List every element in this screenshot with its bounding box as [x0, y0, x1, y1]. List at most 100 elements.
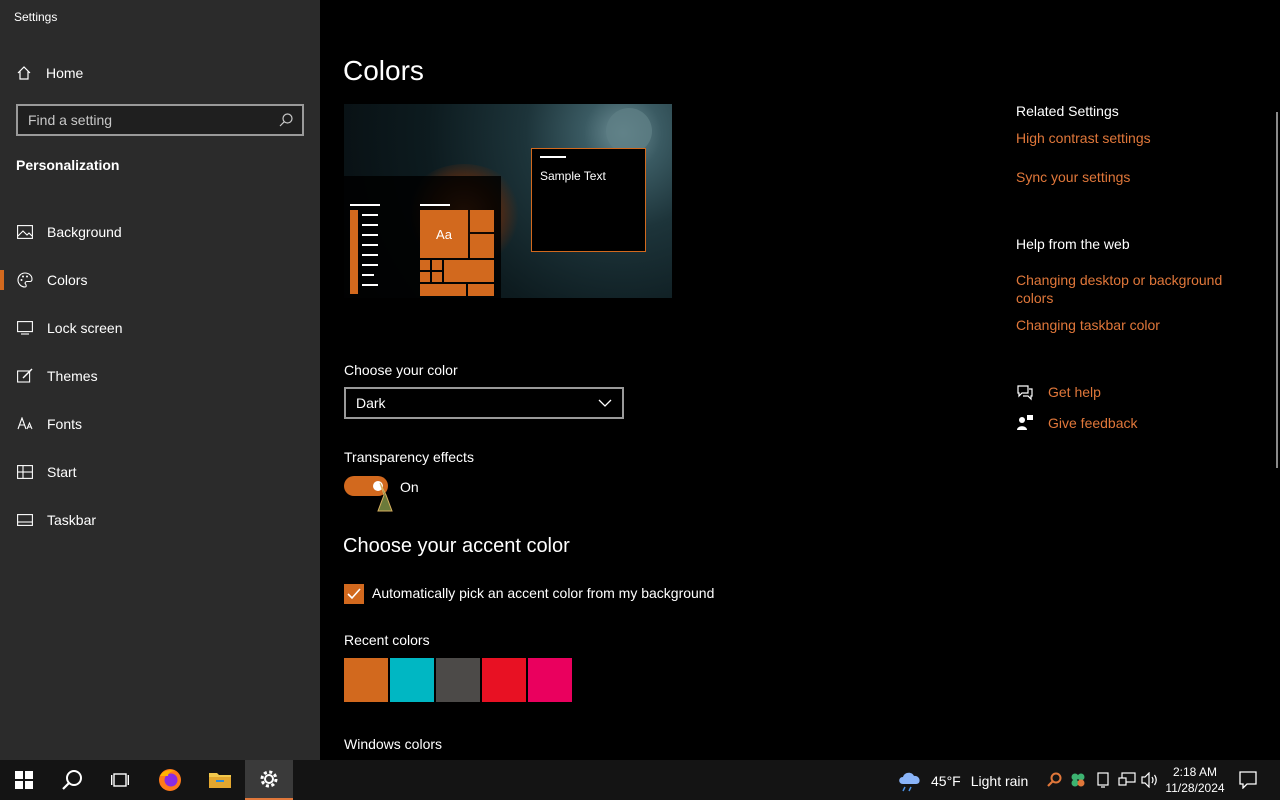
sidebar-item-themes[interactable]: Themes [0, 352, 320, 400]
sidebar-item-label: Colors [47, 272, 88, 288]
file-explorer-button[interactable] [196, 760, 244, 800]
color-swatch[interactable] [344, 658, 388, 702]
help-web-heading: Help from the web [1016, 236, 1130, 252]
network-tray-icon[interactable] [1118, 772, 1136, 788]
preview-line [362, 234, 378, 236]
color-swatch[interactable] [528, 658, 572, 702]
changing-background-link[interactable]: Changing desktop or background colors [1016, 271, 1256, 307]
page-title: Colors [343, 55, 424, 86]
search-input[interactable]: Find a setting [16, 104, 304, 136]
firefox-icon [159, 769, 181, 791]
sidebar-item-label: Taskbar [47, 512, 97, 528]
accent-heading: Choose your accent color [343, 535, 570, 557]
recent-colors [344, 658, 572, 702]
color-swatch[interactable] [436, 658, 480, 702]
start-grid-icon [16, 463, 34, 481]
gear-icon [260, 770, 278, 788]
give-feedback-link[interactable]: Give feedback [1016, 413, 1138, 433]
sidebar-item-colors[interactable]: Colors [0, 256, 320, 304]
search-icon[interactable] [278, 112, 294, 128]
preview-tile-aa: Aa [420, 210, 468, 258]
magnifier-tray-icon[interactable] [1046, 772, 1062, 788]
color-swatch[interactable] [390, 658, 434, 702]
palette-icon [16, 271, 34, 289]
chat-help-icon [1017, 385, 1033, 401]
preview-tile [420, 284, 466, 296]
preview-tile [420, 272, 430, 282]
start-button[interactable] [0, 760, 48, 800]
preview-line [362, 254, 378, 256]
taskbar-clock[interactable]: 2:18 AM 11/28/2024 [1164, 764, 1226, 796]
task-view-button[interactable] [96, 760, 144, 800]
sync-settings-link[interactable]: Sync your settings [1016, 168, 1130, 186]
taskbar-search-button[interactable] [48, 760, 96, 800]
preview-tile [420, 260, 430, 270]
high-contrast-link[interactable]: High contrast settings [1016, 129, 1151, 147]
taskbar: 45°F Light rain 2:18 AM 11/28/2024 [0, 760, 1280, 800]
preview-line [362, 284, 378, 286]
sidebar-item-label: Background [47, 224, 122, 240]
font-icon [16, 415, 34, 433]
section-title: Personalization [16, 157, 120, 173]
sidebar-item-taskbar[interactable]: Taskbar [0, 496, 320, 544]
scrollbar[interactable] [1276, 112, 1278, 468]
settings-taskbar-button[interactable] [245, 760, 293, 800]
sidebar-item-background[interactable]: Background [0, 208, 320, 256]
clock-time: 2:18 AM [1172, 765, 1218, 779]
sidebar-item-label: Start [47, 464, 77, 480]
sidebar-item-label: Lock screen [47, 320, 123, 336]
preview-tile [468, 284, 494, 296]
transparency-label: Transparency effects [344, 449, 474, 465]
weather-temp: 45°F [931, 773, 961, 789]
get-help-link[interactable]: Get help [1016, 382, 1101, 402]
brush-icon [16, 367, 34, 385]
choose-color-label: Choose your color [344, 362, 458, 378]
device-tray-icon[interactable] [1096, 772, 1110, 788]
sidebar-nav: Background Colors Lock screen Themes Fon… [0, 208, 320, 544]
firefox-button[interactable] [146, 760, 194, 800]
preview-tile [432, 272, 442, 282]
recent-colors-label: Recent colors [344, 632, 430, 648]
app-title: Settings [14, 10, 58, 24]
search-placeholder: Find a setting [28, 112, 113, 128]
preview-line [362, 244, 378, 246]
feedback-icon [1017, 415, 1033, 430]
choose-color-dropdown[interactable]: Dark [344, 387, 624, 419]
preview-tile [470, 234, 494, 258]
picture-icon [16, 223, 34, 241]
preview-tile [470, 210, 494, 232]
preview-tile [444, 260, 494, 282]
auto-pick-checkbox[interactable] [344, 584, 364, 604]
volume-tray-icon[interactable] [1141, 772, 1159, 788]
taskbar-icon [16, 511, 34, 529]
color-swatch[interactable] [482, 658, 526, 702]
preview-line [362, 224, 378, 226]
search-icon [62, 770, 82, 790]
chevron-down-icon [598, 399, 612, 407]
preview-line [362, 264, 378, 266]
preview-window: Sample Text [531, 148, 646, 252]
sidebar-item-lock-screen[interactable]: Lock screen [0, 304, 320, 352]
weather-desc: Light rain [970, 773, 1029, 789]
clock-date: 11/28/2024 [1165, 781, 1225, 795]
clover-tray-icon[interactable] [1070, 772, 1086, 788]
sidebar-item-label: Themes [47, 368, 98, 384]
sidebar-item-fonts[interactable]: Fonts [0, 400, 320, 448]
home-icon [17, 66, 31, 80]
preview-sample-text: Sample Text [540, 169, 606, 183]
home-nav-item[interactable]: Home [16, 62, 83, 84]
transparency-state: On [400, 479, 419, 495]
sidebar-item-start[interactable]: Start [0, 448, 320, 496]
windows-logo-icon [15, 771, 33, 789]
preview-line [362, 214, 378, 216]
changing-taskbar-link[interactable]: Changing taskbar color [1016, 316, 1160, 334]
give-feedback-label: Give feedback [1048, 415, 1138, 431]
lock-screen-icon [16, 319, 34, 337]
preview-strip [350, 210, 358, 294]
rain-cloud-icon [899, 772, 920, 792]
choose-color-value: Dark [356, 395, 386, 411]
windows-colors-label: Windows colors [344, 736, 443, 752]
weather-widget[interactable]: 45°F Light rain [897, 770, 1028, 792]
auto-pick-label: Automatically pick an accent color from … [372, 585, 715, 601]
notification-icon[interactable] [1239, 771, 1257, 789]
